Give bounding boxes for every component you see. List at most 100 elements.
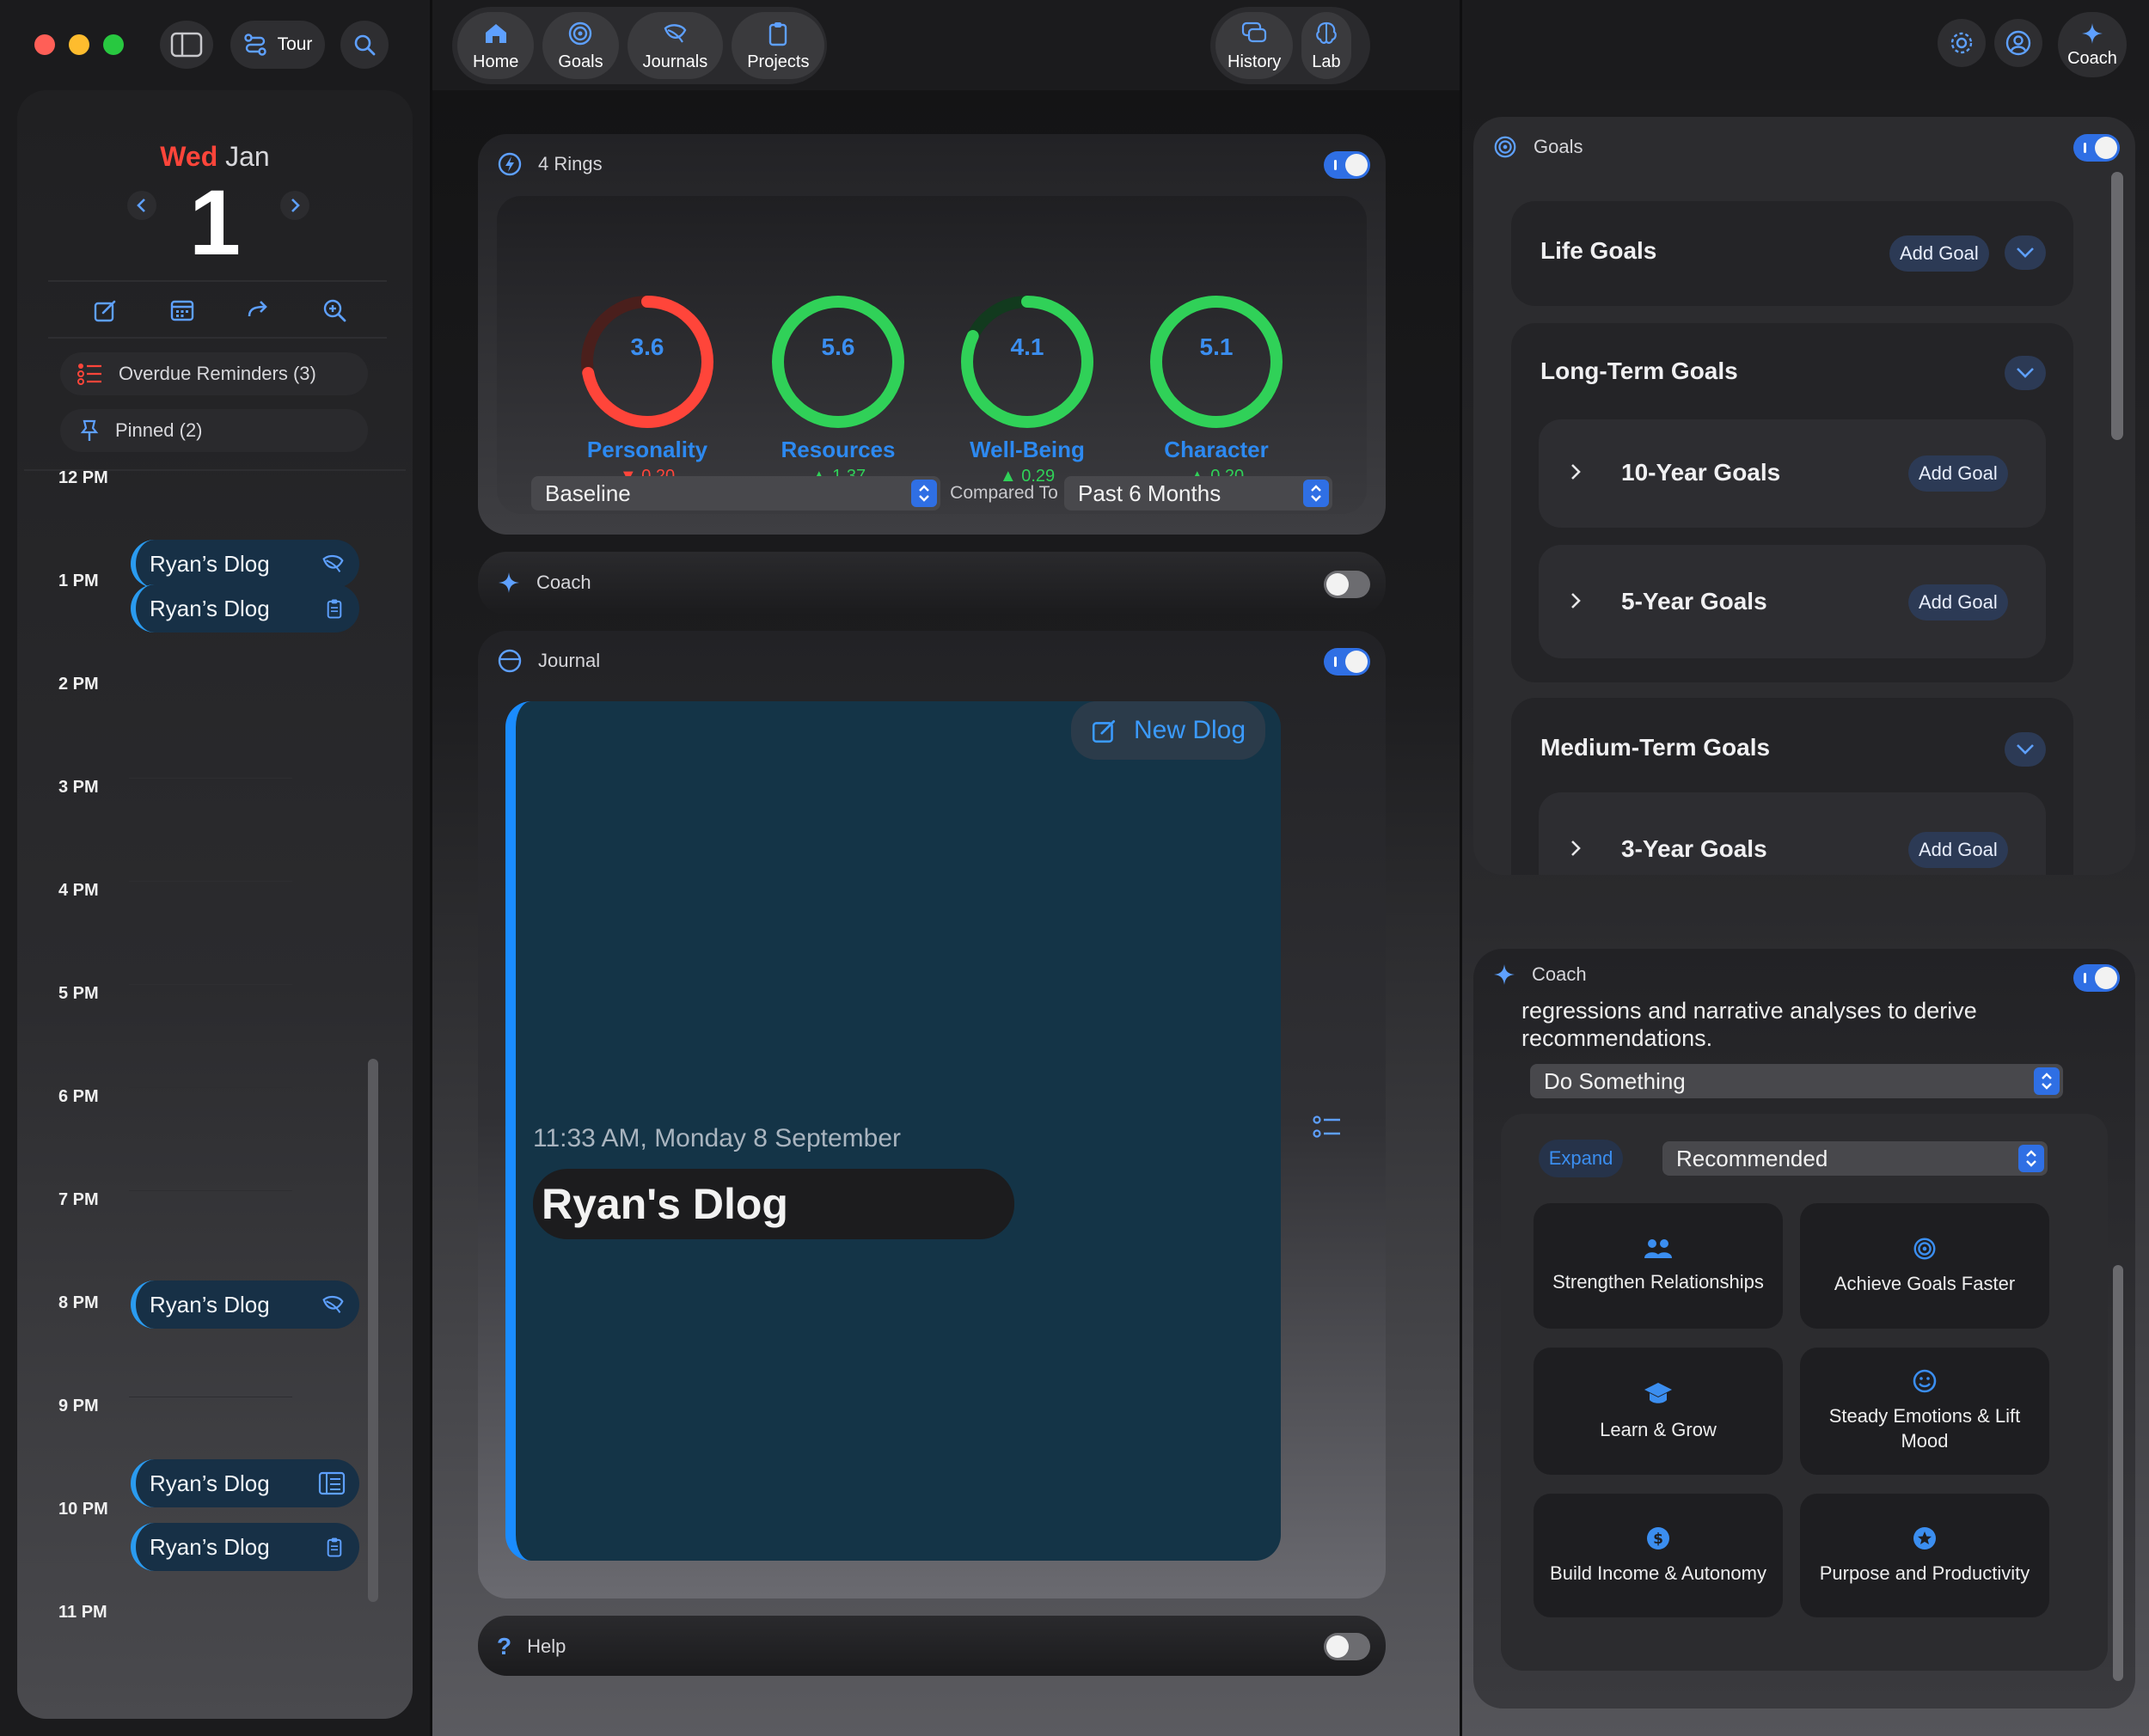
- recommended-filter-select[interactable]: Recommended: [1662, 1141, 2048, 1176]
- help-toggle[interactable]: [1324, 1633, 1370, 1660]
- calendar-event[interactable]: Ryan’s Dlog: [131, 1459, 359, 1507]
- calendar-event[interactable]: Ryan’s Dlog: [131, 1281, 359, 1329]
- actions-divider: [48, 337, 387, 339]
- nav-lab-label: Lab: [1312, 52, 1341, 71]
- calendar-event[interactable]: Ryan’s Dlog: [131, 584, 359, 633]
- journal-toggle[interactable]: [1324, 648, 1370, 675]
- rec-strengthen-relationships[interactable]: Strengthen Relationships: [1534, 1203, 1783, 1329]
- sparkle-icon: [1494, 964, 1515, 985]
- expand-long-term-button[interactable]: [2005, 356, 2046, 390]
- goals-toggle[interactable]: [2073, 134, 2120, 162]
- hour-label: 7 PM: [58, 1190, 99, 1209]
- chevron-right-icon: [1571, 840, 1581, 856]
- rings-title: 4 Rings: [538, 153, 603, 174]
- hour-label: 2 PM: [58, 675, 99, 694]
- coach-panel-toggle[interactable]: [2073, 964, 2120, 992]
- expand-life-goals-button[interactable]: [2005, 235, 2046, 270]
- rec-steady-emotions[interactable]: Steady Emotions & Lift Mood: [1800, 1348, 2049, 1475]
- nav-projects-label: Projects: [747, 52, 810, 71]
- calendar-event[interactable]: Ryan’s Dlog: [131, 1523, 359, 1571]
- kanban-icon: [318, 1471, 346, 1495]
- svg-text:$: $: [1653, 1531, 1663, 1548]
- add-goal-label: Add Goal: [1919, 839, 1998, 860]
- medium-term-goals-title: Medium-Term Goals: [1540, 734, 1771, 761]
- add-five-year-goal-button[interactable]: Add Goal: [1908, 584, 2008, 620]
- nav-goals[interactable]: Goals: [542, 12, 619, 79]
- day-number: 1: [188, 170, 242, 274]
- add-life-goal-button[interactable]: Add Goal: [1889, 235, 1989, 272]
- person-circle-icon: [2005, 30, 2031, 56]
- target-icon: [1913, 1238, 1936, 1260]
- compose-icon: [1092, 719, 1116, 743]
- ring-progress-arc: [1150, 296, 1283, 428]
- calendar-event[interactable]: Ryan’s Dlog: [131, 540, 359, 588]
- calendar-scrollbar[interactable]: [368, 1059, 378, 1602]
- nav-home[interactable]: Home: [457, 12, 535, 79]
- rings-toggle[interactable]: [1324, 151, 1370, 179]
- pinned-label: Pinned (2): [115, 419, 203, 441]
- next-day-button[interactable]: [280, 191, 309, 220]
- three-year-goals-row[interactable]: 3-Year Goals Add Goal: [1539, 792, 2046, 875]
- zoom-in-button[interactable]: [311, 289, 358, 332]
- entry-title: Ryan's Dlog: [542, 1180, 788, 1228]
- coach-panel-scrollbar[interactable]: [2113, 1265, 2123, 1681]
- add-ten-year-goal-button[interactable]: Add Goal: [1908, 455, 2008, 492]
- nav-goals-label: Goals: [558, 52, 603, 71]
- goals-header: Goals: [1492, 134, 1583, 160]
- hour-label: 9 PM: [58, 1397, 99, 1415]
- compared-select[interactable]: Past 6 Months: [1064, 476, 1332, 510]
- calendar-view-button[interactable]: [159, 289, 205, 332]
- ten-year-goals-row[interactable]: 10-Year Goals Add Goal: [1539, 419, 2046, 528]
- chevron-right-icon: [291, 199, 300, 212]
- nav-journals[interactable]: Journals: [627, 12, 724, 79]
- calendar-icon: [170, 300, 193, 321]
- expand-medium-term-button[interactable]: [2005, 732, 2046, 767]
- baseline-select[interactable]: Baseline: [531, 476, 940, 510]
- coach-toolbar-button[interactable]: Coach: [2058, 12, 2127, 77]
- compose-button[interactable]: [83, 289, 129, 332]
- nav-projects[interactable]: Projects: [732, 12, 825, 79]
- nav-history[interactable]: History: [1215, 12, 1294, 79]
- nav-history-label: History: [1228, 52, 1282, 71]
- zoom-in-icon: [323, 299, 346, 322]
- new-dlog-button[interactable]: New Dlog: [1071, 701, 1265, 760]
- overdue-reminders-button[interactable]: Overdue Reminders (3): [60, 352, 368, 395]
- leaf-icon: [322, 1295, 344, 1313]
- coach-action-select[interactable]: Do Something: [1530, 1064, 2063, 1098]
- add-three-year-goal-button[interactable]: Add Goal: [1908, 832, 2008, 868]
- coach-bar-toggle[interactable]: [1324, 571, 1370, 598]
- goals-scrollbar[interactable]: [2111, 172, 2123, 440]
- expand-button[interactable]: Expand: [1539, 1140, 1623, 1177]
- event-title: Ryan’s Dlog: [150, 595, 270, 621]
- sparkle-icon: [2082, 22, 2103, 44]
- life-goals-title: Life Goals: [1540, 237, 1657, 264]
- entry-title-field[interactable]: Ryan's Dlog: [533, 1169, 1014, 1239]
- rec-purpose-productivity[interactable]: Purpose and Productivity: [1800, 1494, 2049, 1617]
- sparkle-icon: [499, 572, 519, 593]
- header-divider: [48, 280, 387, 282]
- rec-achieve-goals-faster[interactable]: Achieve Goals Faster: [1800, 1203, 2049, 1329]
- redo-button[interactable]: [235, 289, 281, 332]
- target-icon: [569, 21, 592, 45]
- pinned-button[interactable]: Pinned (2): [60, 409, 368, 452]
- smiley-icon: [1913, 1370, 1937, 1393]
- ring-label: Well-Being: [970, 437, 1085, 462]
- settings-button[interactable]: [1938, 19, 1986, 67]
- hour-gridline: [129, 778, 292, 779]
- ring-character: 5.1 Character ▲ 0.20: [1143, 289, 1289, 486]
- checklist-icon: [77, 364, 101, 385]
- nav-lab[interactable]: Lab: [1301, 12, 1351, 79]
- ten-year-goals-title: 10-Year Goals: [1621, 459, 1781, 486]
- add-goal-label: Add Goal: [1900, 242, 1979, 264]
- hour-label: 3 PM: [58, 778, 99, 797]
- entry-list-button[interactable]: [1310, 1110, 1344, 1145]
- hour-gridline: [129, 1087, 292, 1088]
- event-title: Ryan’s Dlog: [150, 1533, 270, 1560]
- account-button[interactable]: [1994, 19, 2042, 67]
- event-title: Ryan’s Dlog: [150, 550, 270, 577]
- life-goals-section: Life Goals Add Goal: [1511, 201, 2073, 306]
- rec-learn-grow[interactable]: Learn & Grow: [1534, 1348, 1783, 1475]
- five-year-goals-row[interactable]: 5-Year Goals Add Goal: [1539, 545, 2046, 658]
- rec-build-income[interactable]: $ Build Income & Autonomy: [1534, 1494, 1783, 1617]
- hour-label: 8 PM: [58, 1293, 99, 1312]
